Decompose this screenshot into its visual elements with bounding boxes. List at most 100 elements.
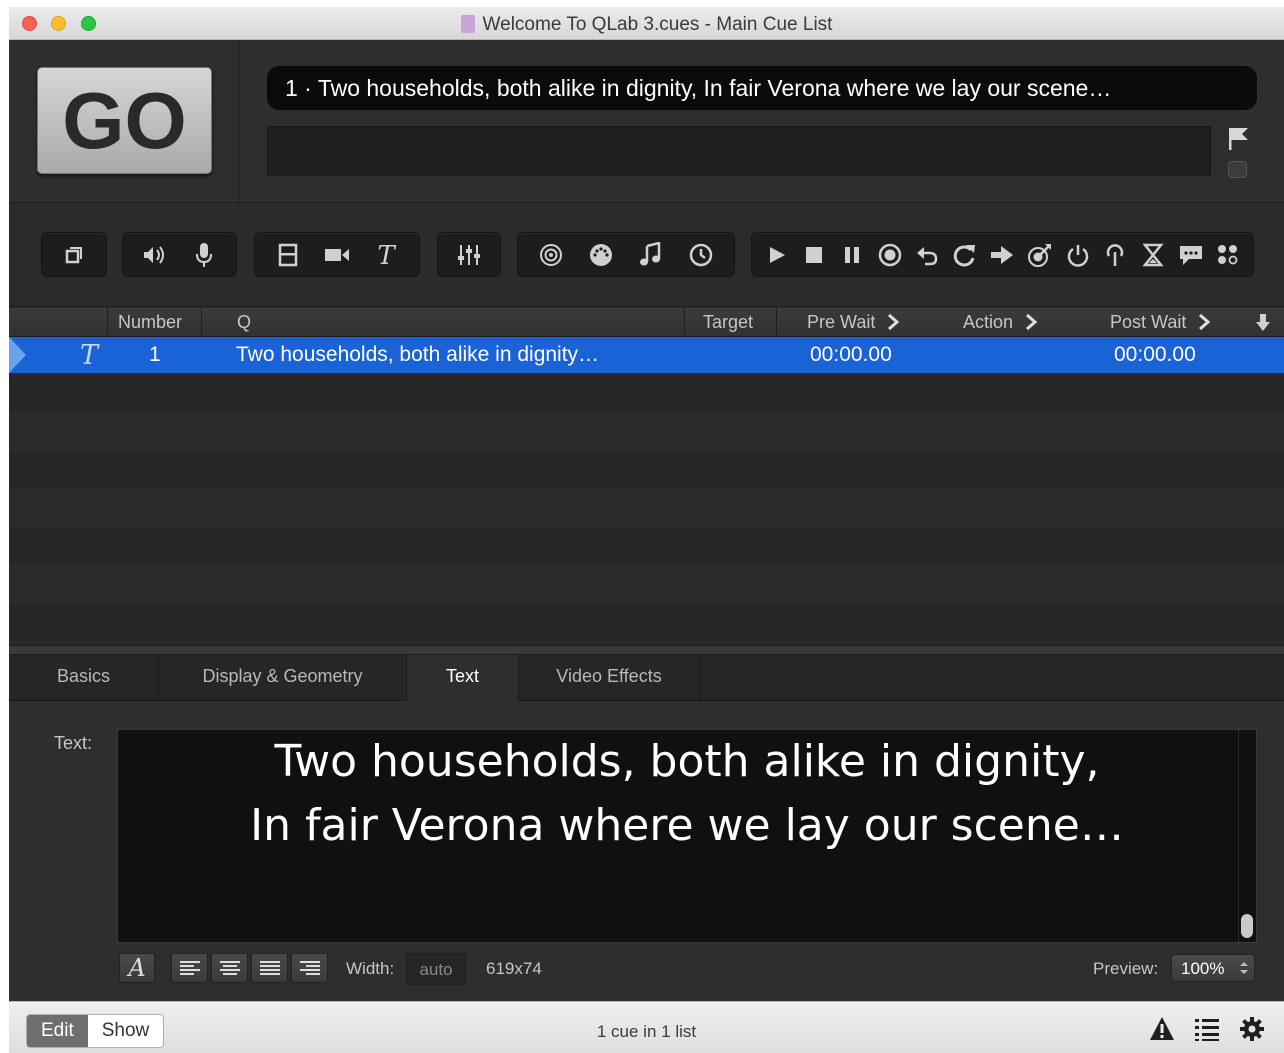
camera-icon[interactable] [322,240,352,270]
text-editor[interactable]: Two households, both alike in dignity, I… [117,729,1257,943]
go-area: GO 1 · Two households, both alike in dig… [9,40,1284,203]
toolbar-group-fade [437,232,501,277]
go-zone: GO [9,40,239,203]
cue-lists-icon[interactable] [1194,1016,1220,1042]
column-action[interactable]: Action [916,308,1064,337]
midi-file-icon[interactable] [636,240,666,270]
stepper-arrows-icon [1240,962,1248,974]
start-icon[interactable] [762,240,792,270]
text-line-2: In fair Verona where we lay our scene… [250,800,1124,851]
cue-notes-field[interactable] [267,126,1211,176]
title-bar: Welcome To QLab 3.cues - Main Cue List [9,7,1284,40]
flag-icon[interactable] [1227,126,1251,152]
toolbar-group-video: T [254,232,420,277]
disarm-icon[interactable] [1100,240,1130,270]
auto-continue-column-icon[interactable] [1255,313,1271,333]
window-title: Welcome To QLab 3.cues - Main Cue List [482,14,833,35]
devamp-icon[interactable] [950,240,980,270]
cue-number: 1 [149,343,161,366]
chevron-right-icon [888,313,900,331]
goto-icon[interactable] [987,240,1017,270]
standby-cue-display: 1 · Two households, both alike in dignit… [267,66,1257,110]
column-target[interactable]: Target [684,308,776,337]
text-field-label: Text: [54,733,93,753]
font-icon: A [126,956,145,980]
settings-gear-icon[interactable] [1239,1016,1265,1042]
svg-text:A: A [126,956,145,980]
arm-icon[interactable] [1063,240,1093,270]
tab-basics[interactable]: Basics [9,655,159,701]
align-right-icon [299,961,320,975]
status-bar: Edit Show 1 cue in 1 list [9,1001,1284,1053]
chevron-right-icon [1199,313,1211,331]
text-line-1: Two households, both alike in dignity, [274,736,1100,787]
tab-video-effects[interactable]: Video Effects [519,655,700,701]
script-icon[interactable] [1213,240,1243,270]
toolbar-group-group [41,232,107,277]
toolbar-group-audio [122,232,237,277]
inspector-tabs: Basics Display & Geometry Text Video Eff… [9,655,1284,702]
svg-text:T: T [378,242,397,268]
audio-icon[interactable] [140,240,170,270]
cue-list-header: Number Q Target Pre Wait Action Post Wai… [9,308,1284,337]
stop-icon[interactable] [799,240,829,270]
width-label: Width: [346,959,395,978]
reset-icon[interactable] [912,240,942,270]
tab-text[interactable]: Text [407,655,519,702]
chevron-right-icon [1026,313,1038,331]
load-icon[interactable] [875,240,905,270]
cue-name: Two households, both alike in dignity… [236,343,600,366]
fade-icon[interactable] [454,240,484,270]
group-cue-icon[interactable] [59,240,89,270]
timecode-icon[interactable] [686,240,716,270]
midi-icon[interactable] [586,240,616,270]
window-title-wrap: Welcome To QLab 3.cues - Main Cue List [9,14,1284,36]
align-left-button[interactable] [171,953,208,983]
network-icon[interactable] [536,240,566,270]
toolbar-group-control [517,232,735,277]
warning-icon[interactable] [1149,1016,1175,1042]
cue-post-wait: 00:00.00 [1114,343,1196,366]
flagged-checkbox[interactable] [1228,161,1247,178]
column-number[interactable]: Number [107,308,201,337]
text-cue-icon: T [80,341,100,369]
align-center-button[interactable] [211,953,248,983]
scrollbar-track[interactable] [1238,730,1256,942]
column-action-label: Action [963,312,1014,332]
video-icon[interactable] [273,240,303,270]
font-button[interactable]: A [119,953,155,983]
wait-icon[interactable] [1138,240,1168,270]
column-pre-wait[interactable]: Pre Wait [776,308,916,337]
align-justify-icon [259,961,280,975]
mic-icon[interactable] [189,240,219,270]
preview-zoom-value: 100% [1181,959,1225,978]
width-field[interactable]: auto [406,953,466,985]
column-q[interactable]: Q [201,308,684,337]
cue-pre-wait: 00:00.00 [810,343,892,366]
cue-rows: T 1 Two households, both alike in dignit… [9,337,1284,645]
align-justify-button[interactable] [251,953,288,983]
cue-count-status: 1 cue in 1 list [596,1022,697,1041]
text-size-readout: 619x74 [486,959,542,978]
align-right-button[interactable] [291,953,328,983]
svg-text:T: T [80,341,100,369]
column-post-wait[interactable]: Post Wait [1064,308,1244,337]
toolbar-group-actions [751,232,1254,277]
pause-icon[interactable] [837,240,867,270]
target-icon[interactable] [1025,240,1055,270]
cue-toolbar: T [9,204,1284,307]
qlab-window: Welcome To QLab 3.cues - Main Cue List G… [9,7,1284,1053]
align-left-icon [179,961,200,975]
split-view-divider[interactable] [9,645,1284,655]
text-icon[interactable]: T [371,240,401,270]
text-format-bar: A Width: auto 619x74 Preview: 100% [9,951,1284,991]
table-row[interactable]: T 1 Two households, both alike in dignit… [9,337,1284,373]
memo-icon[interactable] [1176,240,1206,270]
go-button[interactable]: GO [37,67,212,174]
tab-display-geometry[interactable]: Display & Geometry [159,655,407,701]
inspector-panel: Basics Display & Geometry Text Video Eff… [9,655,1284,1001]
scrollbar-thumb[interactable] [1241,914,1253,938]
preview-label: Preview: [1093,959,1159,978]
playhead-icon [9,337,26,373]
preview-zoom-select[interactable]: 100% [1171,954,1255,982]
